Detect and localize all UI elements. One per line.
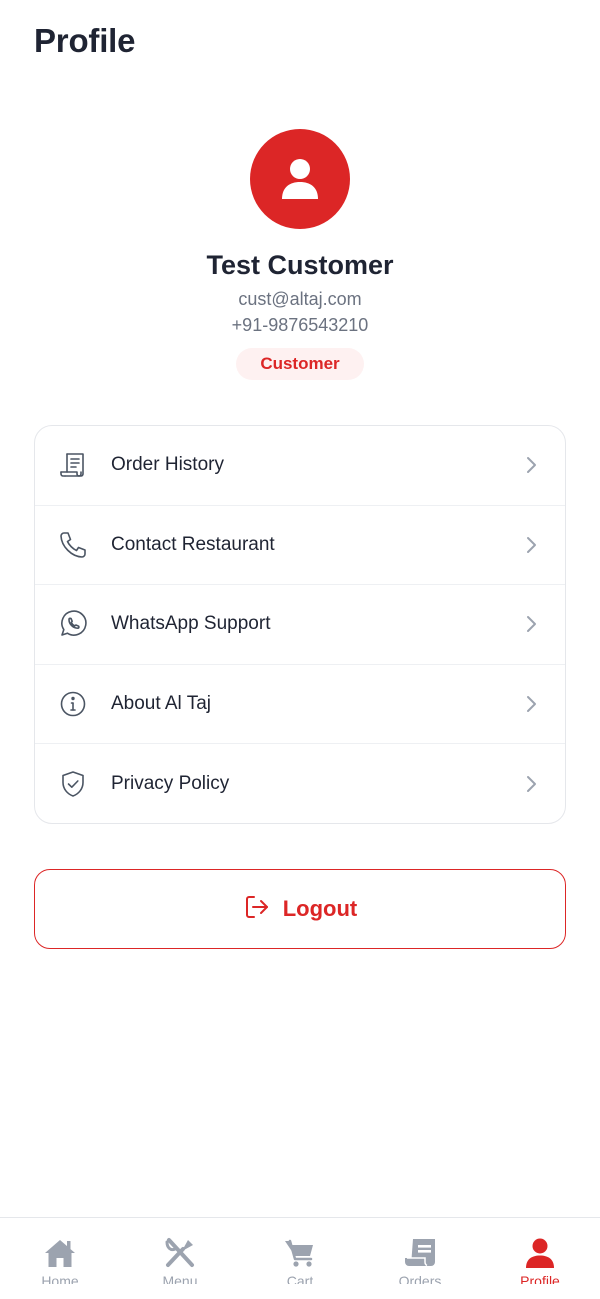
- user-icon: [282, 159, 318, 199]
- page-title: Profile: [34, 22, 136, 59]
- logout-button[interactable]: Logout: [34, 869, 566, 949]
- role-badge: Customer: [236, 348, 364, 380]
- menu-item-label: Privacy Policy: [111, 773, 230, 795]
- avatar: [250, 129, 350, 229]
- profile-email: cust@altaj.com: [238, 289, 362, 309]
- chevron-right-icon: [523, 455, 539, 475]
- whatsapp-icon: [57, 608, 89, 640]
- chevron-right-icon: [523, 614, 539, 634]
- chevron-right-icon: [523, 774, 539, 794]
- nav-item-home[interactable]: Home: [0, 1218, 120, 1299]
- logout-label: Logout: [282, 896, 358, 921]
- nav-label: Menu: [162, 1274, 198, 1284]
- nav-item-orders[interactable]: Orders: [360, 1218, 480, 1299]
- menu-item-label: About Al Taj: [111, 693, 212, 715]
- shield-check-icon: [57, 768, 89, 800]
- phone-icon: [57, 529, 89, 561]
- menu-item-about[interactable]: About Al Taj: [35, 665, 565, 745]
- home-icon: [42, 1236, 78, 1270]
- nav-label: Cart: [286, 1274, 314, 1284]
- orders-icon: [402, 1236, 438, 1270]
- user-icon: [522, 1236, 558, 1270]
- profile-menu: Order History Contact Restaurant WhatsAp…: [34, 425, 566, 824]
- nav-label: Home: [41, 1274, 79, 1284]
- menu-item-label: WhatsApp Support: [111, 613, 271, 635]
- profile-name: Test Customer: [206, 250, 394, 280]
- cart-icon: [282, 1236, 318, 1270]
- utensils-icon: [162, 1236, 198, 1270]
- bottom-nav: Home Menu Cart Orders Profile: [0, 1217, 600, 1299]
- menu-item-label: Contact Restaurant: [111, 533, 275, 555]
- chevron-right-icon: [523, 694, 539, 714]
- nav-label: Orders: [398, 1274, 442, 1284]
- profile-phone: +91-9876543210: [231, 315, 369, 335]
- nav-item-cart[interactable]: Cart: [240, 1218, 360, 1299]
- menu-item-order-history[interactable]: Order History: [35, 426, 565, 506]
- menu-item-contact-restaurant[interactable]: Contact Restaurant: [35, 506, 565, 586]
- nav-label: Profile: [520, 1274, 560, 1284]
- menu-item-whatsapp-support[interactable]: WhatsApp Support: [35, 585, 565, 665]
- menu-item-privacy-policy[interactable]: Privacy Policy: [35, 744, 565, 823]
- nav-item-menu[interactable]: Menu: [120, 1218, 240, 1299]
- chevron-right-icon: [523, 535, 539, 555]
- menu-item-label: Order History: [111, 454, 224, 476]
- info-icon: [57, 688, 89, 720]
- logout-icon: [243, 893, 271, 926]
- receipt-icon: [57, 449, 89, 481]
- nav-item-profile[interactable]: Profile: [480, 1218, 600, 1299]
